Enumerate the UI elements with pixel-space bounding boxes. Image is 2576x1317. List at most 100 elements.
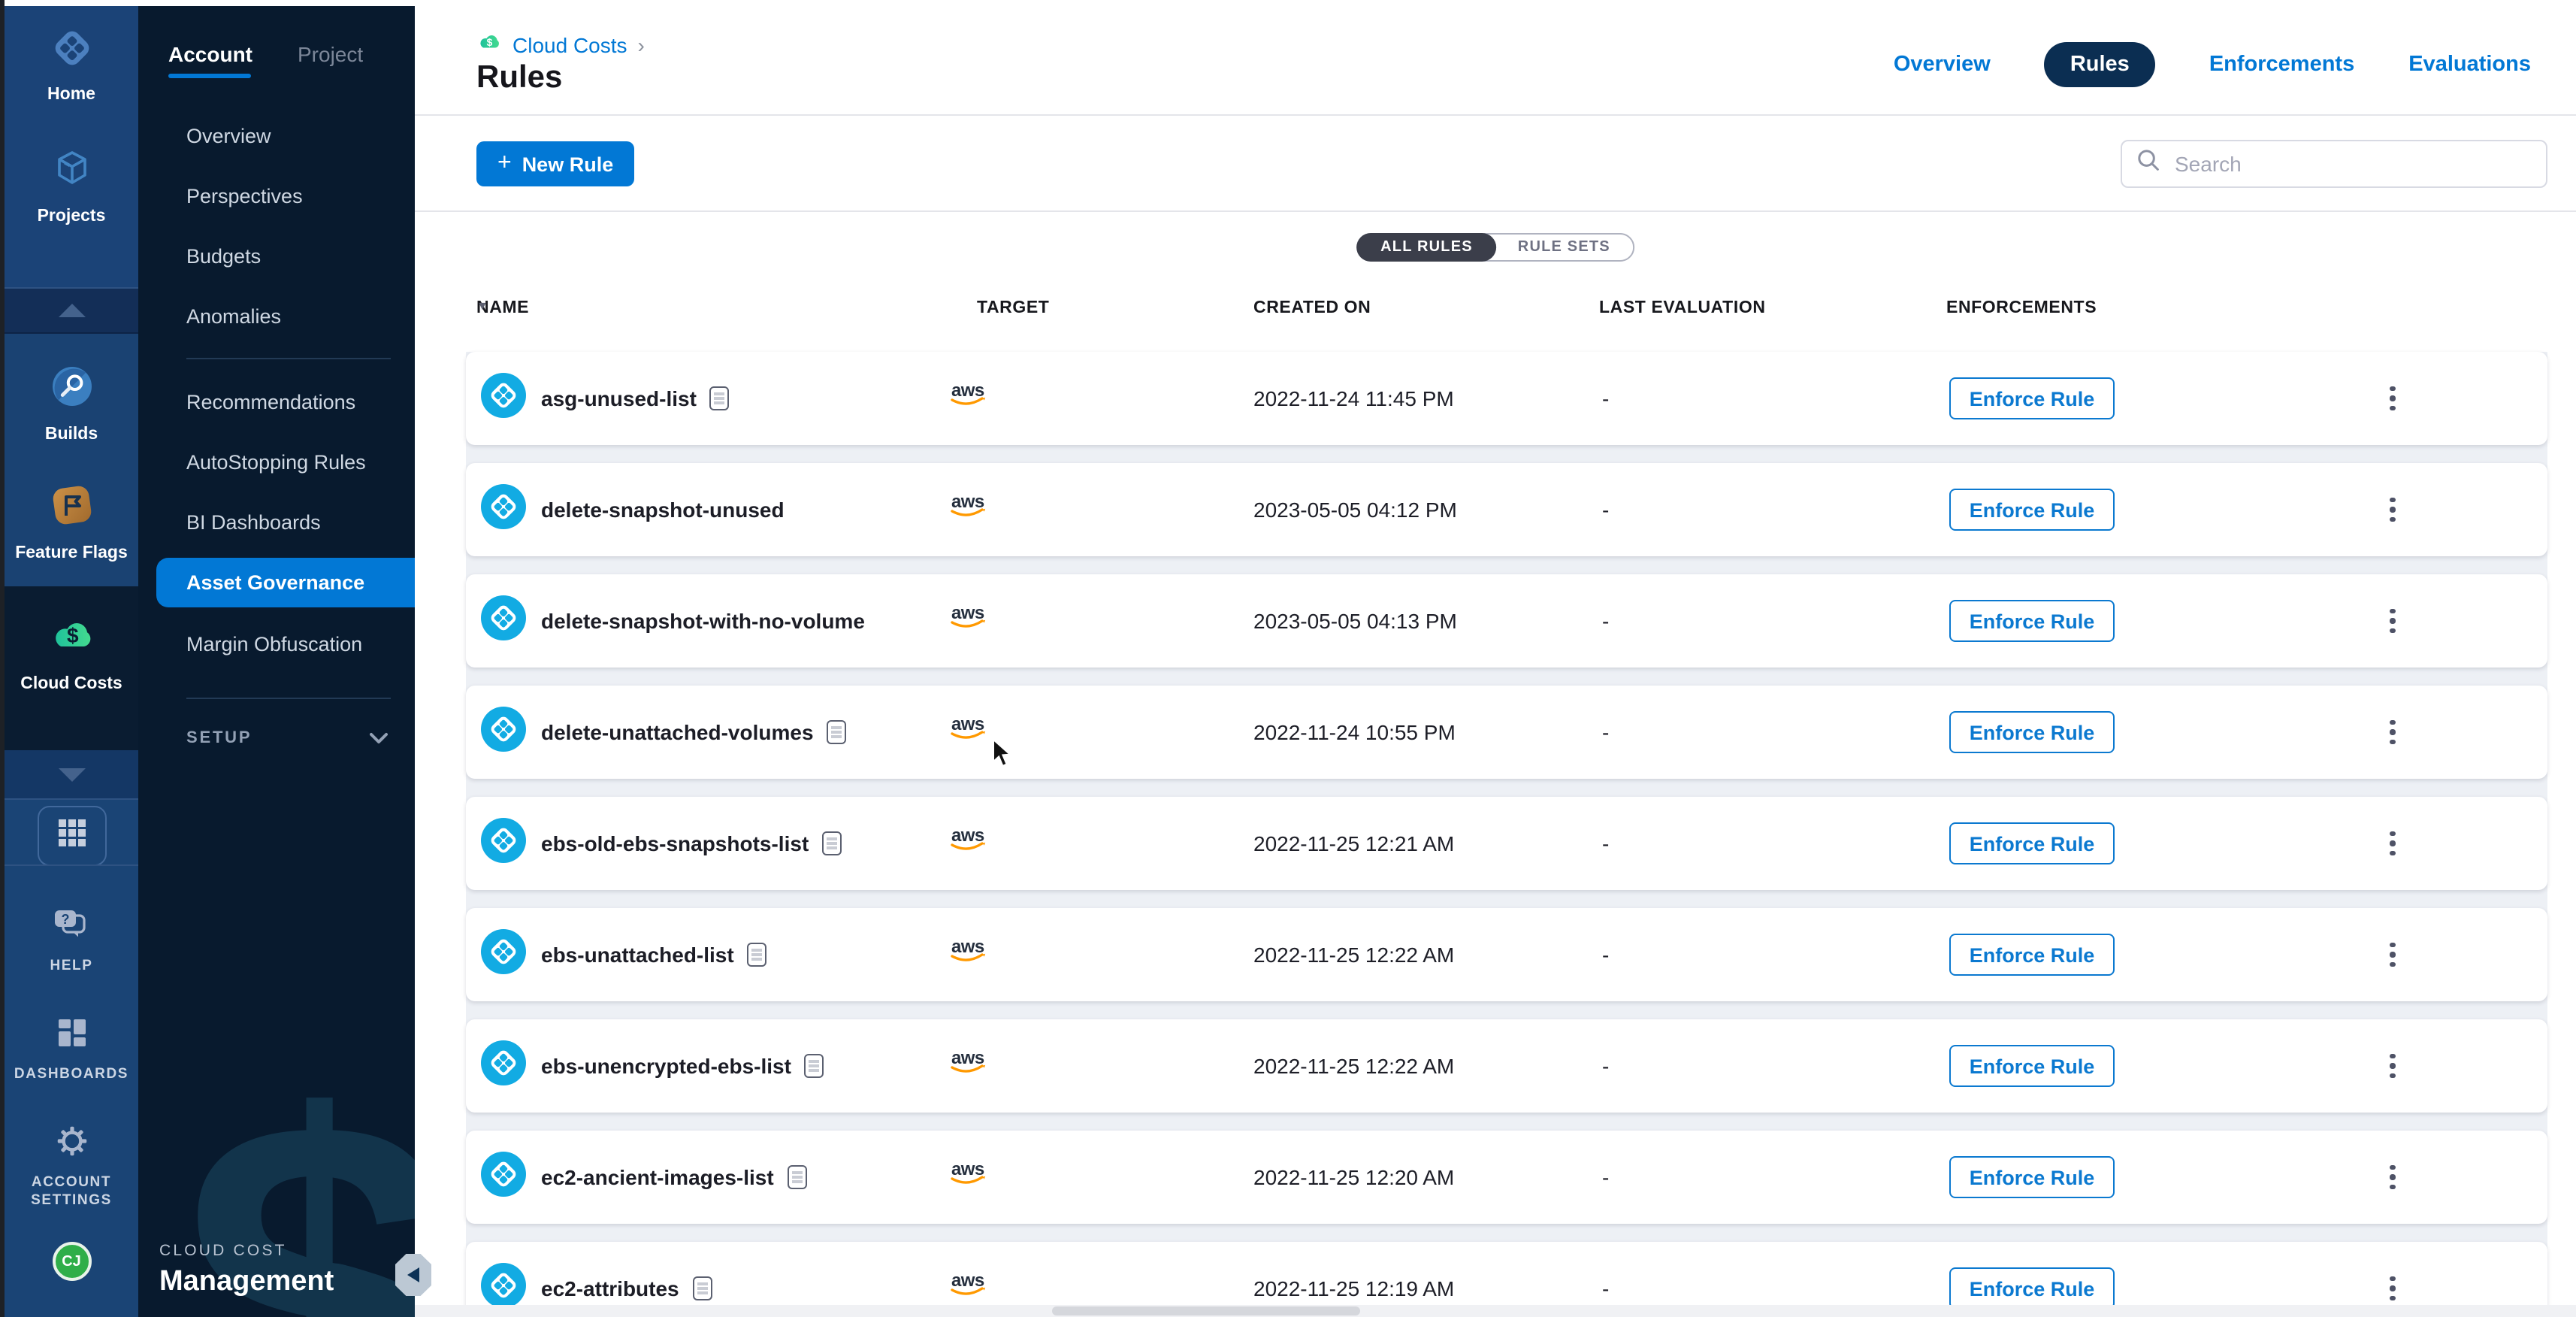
rail-item-account-settings[interactable]: ACCOUNTSETTINGS <box>31 1124 112 1212</box>
kebab-menu-button[interactable] <box>2381 1272 2405 1305</box>
new-rule-button[interactable]: + New Rule <box>476 141 634 186</box>
enforce-rule-button[interactable]: Enforce Rule <box>1949 822 2115 864</box>
rail-section-cloud-costs-active: $ Cloud Costs <box>5 586 138 750</box>
chevron-down-icon <box>370 725 388 752</box>
tab-underline <box>168 74 251 78</box>
table-row[interactable]: asg-unused-list aws 2022-11-24 11:45 PM … <box>466 352 2547 445</box>
doc-icon[interactable] <box>827 720 847 744</box>
doc-icon[interactable] <box>788 1165 807 1189</box>
rule-name: ebs-unattached-list <box>541 943 734 967</box>
rail-item-cloud-costs[interactable]: $ Cloud Costs <box>5 586 138 693</box>
search-box <box>2121 140 2547 188</box>
created-on-value: 2022-11-24 10:55 PM <box>1253 720 1456 744</box>
collapse-nav-button[interactable] <box>395 1254 431 1296</box>
kebab-menu-button[interactable] <box>2381 604 2405 637</box>
rail-item-home[interactable]: Home <box>5 6 138 104</box>
rail-item-builds[interactable]: Builds <box>5 334 138 444</box>
kebab-menu-button[interactable] <box>2381 493 2405 526</box>
nav-item-bi-dashboards[interactable]: BI Dashboards <box>138 492 415 552</box>
table-row[interactable]: delete-snapshot-with-no-volume aws 2023-… <box>466 574 2547 668</box>
table-row[interactable]: delete-snapshot-unused aws 2023-05-05 04… <box>466 463 2547 556</box>
tab-project[interactable]: Project <box>298 42 363 66</box>
svg-text:aws: aws <box>951 381 984 401</box>
enforce-rule-button[interactable]: Enforce Rule <box>1949 1156 2115 1198</box>
table-column-headers: NAME ▼ TARGET CREATED ON LAST EVALUATION… <box>415 299 2576 323</box>
aws-logo: aws <box>948 715 990 749</box>
toggle-rule-sets[interactable]: RULE SETS <box>1495 235 1633 260</box>
product-name: Management <box>159 1266 334 1299</box>
gear-icon <box>55 1124 88 1164</box>
enforce-rule-button[interactable]: Enforce Rule <box>1949 1045 2115 1087</box>
module-picker-button[interactable] <box>37 806 106 866</box>
rule-name: ec2-ancient-images-list <box>541 1165 774 1189</box>
kebab-menu-button[interactable] <box>2381 827 2405 860</box>
table-row[interactable]: ebs-unattached-list aws 2022-11-25 12:22… <box>466 908 2547 1001</box>
toggle-all-rules[interactable]: ALL RULES <box>1356 233 1497 262</box>
tab-enforcements[interactable]: Enforcements <box>2209 53 2354 77</box>
rules-view-toggle[interactable]: ALL RULES RULE SETS <box>1356 233 1634 262</box>
nav-item-margin-obfuscation[interactable]: Margin Obfuscation <box>138 613 415 674</box>
nav-item-overview[interactable]: Overview <box>138 105 415 165</box>
horizontal-scrollbar-thumb[interactable] <box>1052 1306 1360 1315</box>
rail-section-bottom: ? HELP DASHBOARDS <box>5 798 138 1317</box>
rail-item-label: Projects <box>38 207 106 226</box>
last-evaluation-value: - <box>1602 386 1609 410</box>
rail-item-feature-flags[interactable]: Feature Flags <box>5 483 138 562</box>
enforce-rule-button[interactable]: Enforce Rule <box>1949 711 2115 753</box>
rule-name: ebs-unencrypted-ebs-list <box>541 1054 791 1078</box>
kebab-menu-button[interactable] <box>2381 1161 2405 1194</box>
rail-scroll-down[interactable] <box>5 750 138 798</box>
tab-rules[interactable]: Rules <box>2045 42 2155 87</box>
rail-scroll-up[interactable] <box>5 287 138 334</box>
table-row[interactable]: ec2-ancient-images-list aws 2022-11-25 1… <box>466 1131 2547 1224</box>
nav-item-asset-governance[interactable]: Asset Governance <box>156 558 415 607</box>
help-chat-icon: ? <box>53 908 89 949</box>
kebab-menu-button[interactable] <box>2381 1049 2405 1082</box>
aws-logo: aws <box>948 826 990 861</box>
app-screen: Home Projects <box>0 0 2576 1317</box>
rail-item-label: Cloud Costs <box>20 675 122 693</box>
column-header-target: TARGET <box>977 299 1049 317</box>
nav-item-anomalies[interactable]: Anomalies <box>138 286 415 346</box>
table-row[interactable]: ebs-old-ebs-snapshots-list aws 2022-11-2… <box>466 797 2547 890</box>
rail-item-projects[interactable]: Projects <box>5 146 138 226</box>
tab-overview[interactable]: Overview <box>1894 53 1991 77</box>
table-row[interactable]: ebs-unencrypted-ebs-list aws 2022-11-25 … <box>466 1019 2547 1113</box>
enforce-rule-button[interactable]: Enforce Rule <box>1949 377 2115 419</box>
nav-item-recommendations[interactable]: Recommendations <box>138 371 415 431</box>
svg-text:aws: aws <box>951 604 984 623</box>
main-content: $ Cloud Costs › Rules Overview Rules Enf… <box>415 6 2576 1317</box>
cloud-costs-nav-panel: $ Account Project Overview Perspectives … <box>138 6 415 1317</box>
search-input[interactable] <box>2172 150 2531 177</box>
rule-name: delete-snapshot-unused <box>541 498 785 522</box>
doc-icon[interactable] <box>693 1276 712 1300</box>
doc-icon[interactable] <box>805 1054 824 1078</box>
doc-icon[interactable] <box>822 831 842 855</box>
doc-icon[interactable] <box>710 386 730 410</box>
column-header-last-evaluation: LAST EVALUATION <box>1599 299 1766 317</box>
table-row[interactable]: delete-unattached-volumes aws 2022-11-24… <box>466 686 2547 779</box>
doc-icon[interactable] <box>748 943 767 967</box>
breadcrumb-cloud-costs-link[interactable]: Cloud Costs <box>512 33 627 57</box>
rule-icon <box>481 817 526 870</box>
kebab-menu-button[interactable] <box>2381 938 2405 971</box>
setup-section-toggle[interactable]: SETUP <box>138 711 415 765</box>
enforce-rule-button[interactable]: Enforce Rule <box>1949 489 2115 531</box>
last-evaluation-value: - <box>1602 943 1609 967</box>
tab-account[interactable]: Account <box>168 42 252 66</box>
nav-item-perspectives[interactable]: Perspectives <box>138 165 415 226</box>
created-on-value: 2022-11-25 12:22 AM <box>1253 1054 1454 1078</box>
module-rail: Home Projects <box>5 6 138 1317</box>
rule-icon <box>481 372 526 425</box>
nav-item-budgets[interactable]: Budgets <box>138 226 415 286</box>
rail-item-dashboards[interactable]: DASHBOARDS <box>14 1016 128 1085</box>
rail-item-help[interactable]: ? HELP <box>50 908 92 977</box>
enforce-rule-button[interactable]: Enforce Rule <box>1949 1267 2115 1309</box>
tab-evaluations[interactable]: Evaluations <box>2408 53 2531 77</box>
user-avatar[interactable]: CJ <box>52 1243 91 1282</box>
kebab-menu-button[interactable] <box>2381 716 2405 749</box>
enforce-rule-button[interactable]: Enforce Rule <box>1949 934 2115 976</box>
kebab-menu-button[interactable] <box>2381 382 2405 415</box>
enforce-rule-button[interactable]: Enforce Rule <box>1949 600 2115 642</box>
nav-item-autostopping-rules[interactable]: AutoStopping Rules <box>138 431 415 492</box>
